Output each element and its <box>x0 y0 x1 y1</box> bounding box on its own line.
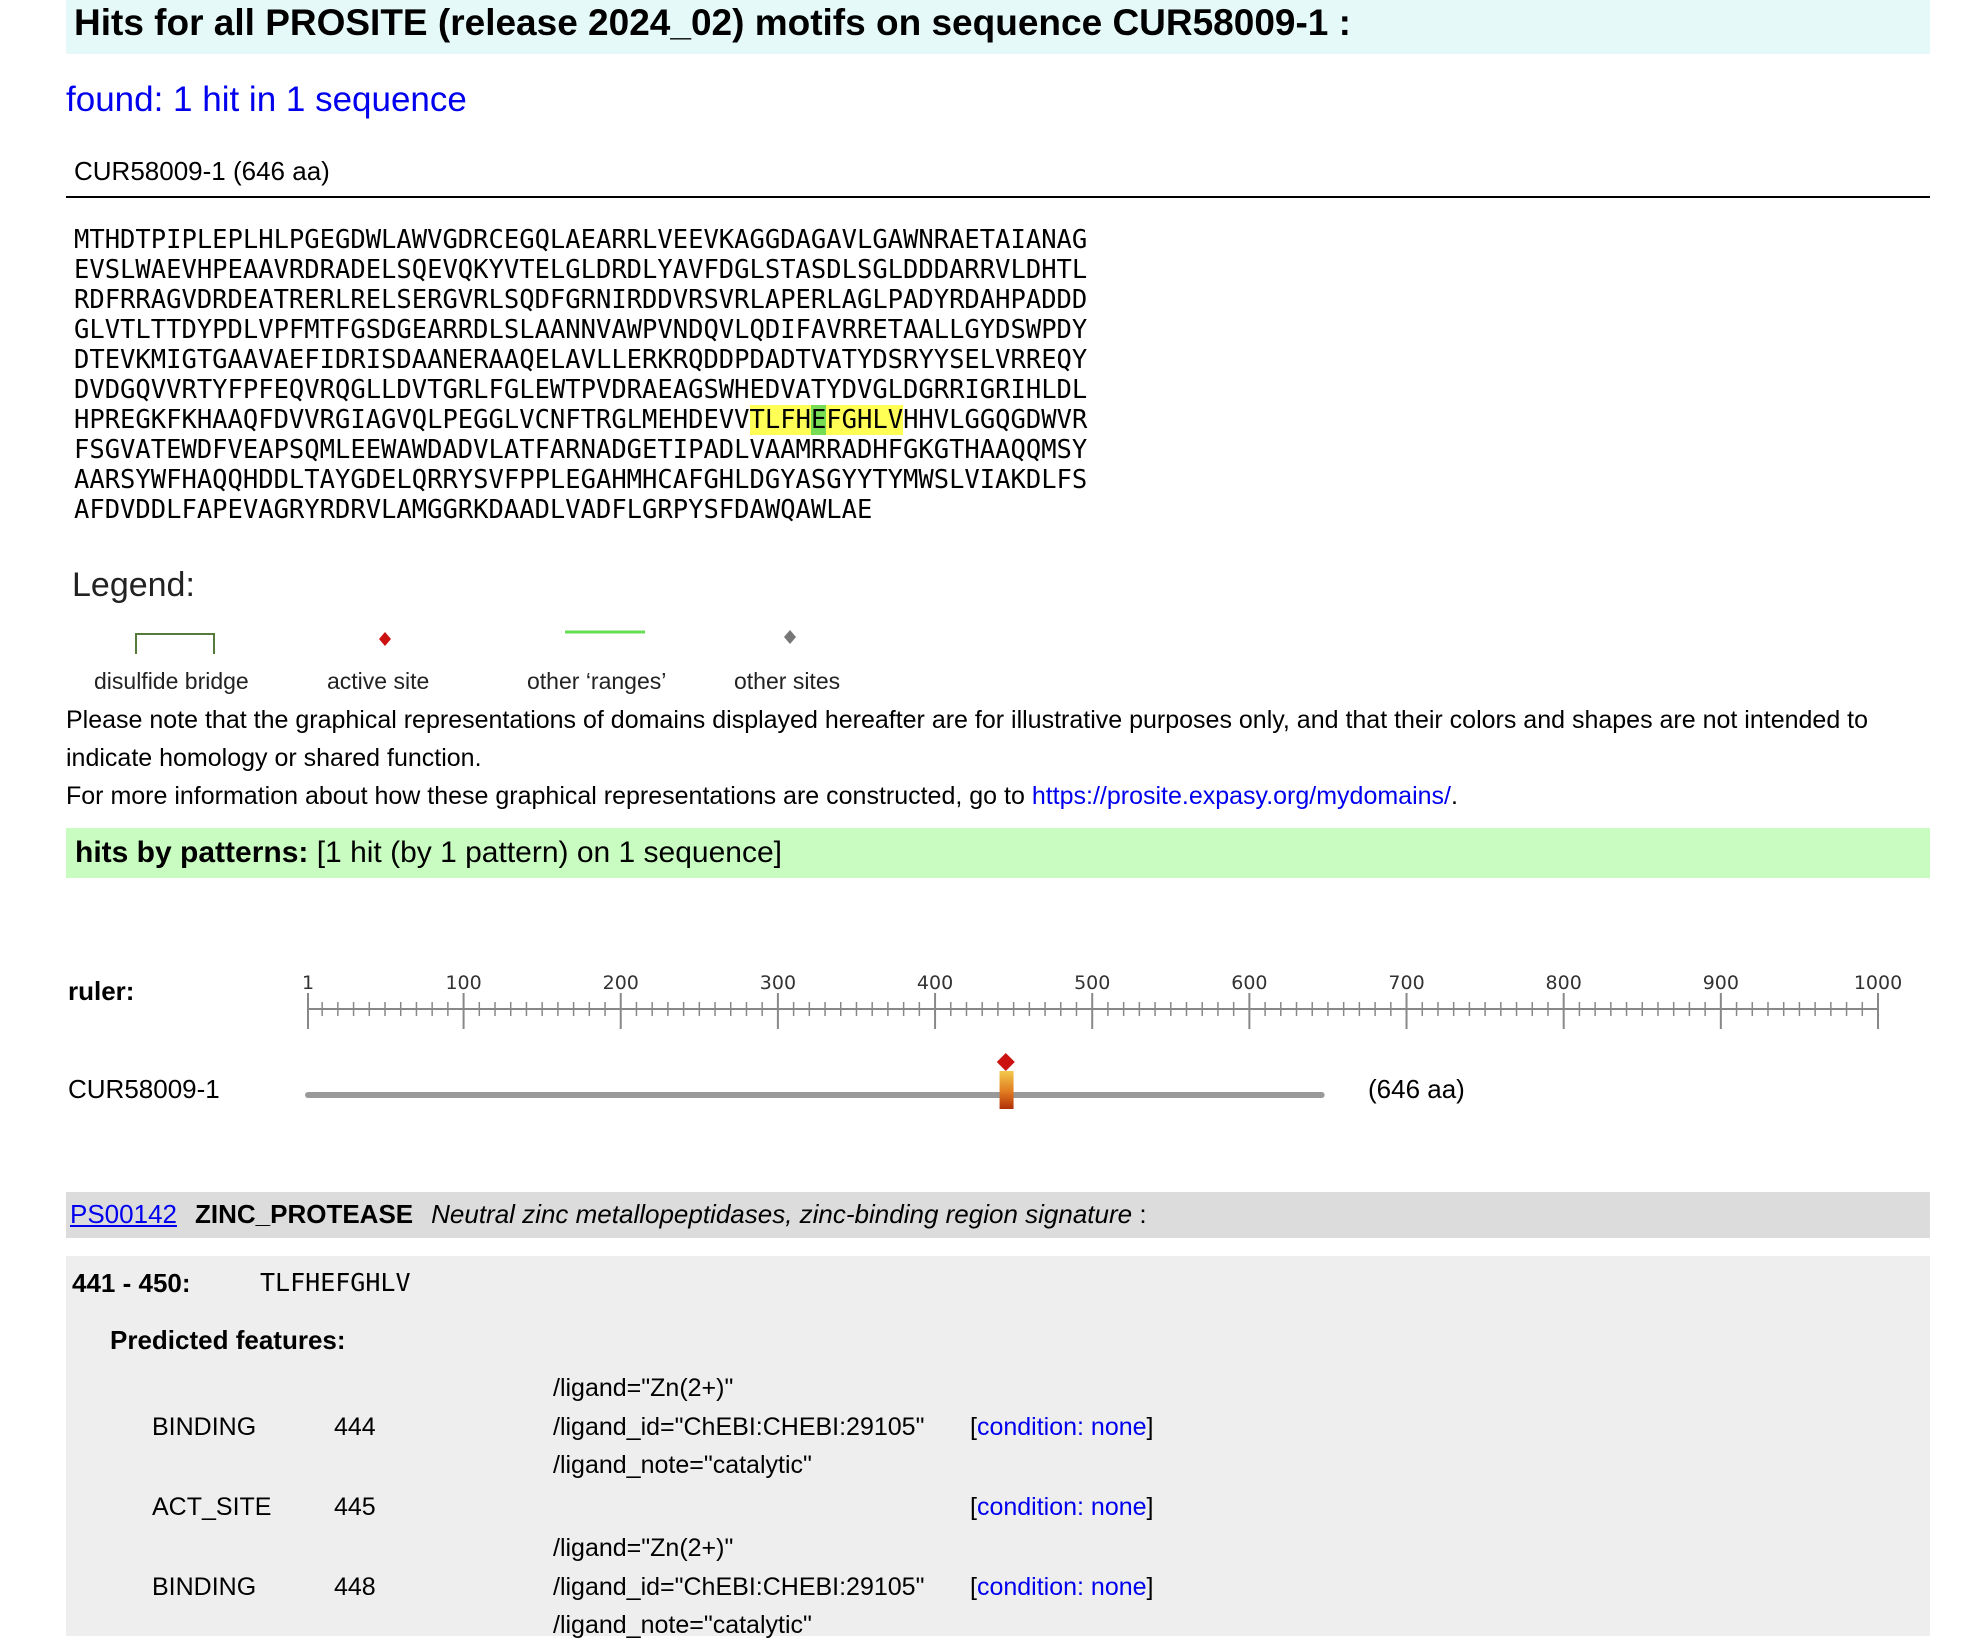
feature-condition: [condition: none] <box>970 1573 1154 1601</box>
ruler-tick-label: 800 <box>1546 972 1582 994</box>
ruler-tick-label: 1 <box>302 972 314 994</box>
feature-type: BINDING <box>152 1573 257 1601</box>
feature-note: /ligand="Zn(2+)" <box>553 1374 734 1402</box>
motif-heading: PS00142 ZINC_PROTEASE Neutral zinc metallo… <box>70 1199 1147 1230</box>
active-site-marker <box>996 1053 1015 1071</box>
legend-label-other-ranges: other ‘ranges’ <box>527 668 667 694</box>
feature-type: BINDING <box>152 1413 257 1441</box>
ruler-tick-label: 600 <box>1231 972 1267 994</box>
mydomains-link[interactable]: https://prosite.expasy.org/mydomains/ <box>1032 782 1451 810</box>
hit-marker <box>999 1071 1014 1109</box>
legend-label-disulfide: disulfide bridge <box>94 668 249 694</box>
ruler-tick-label: 500 <box>1074 972 1110 994</box>
motif-description: Neutral zinc metallopeptidases, zinc-bin… <box>431 1199 1133 1229</box>
ruler-tick-label: 200 <box>603 972 639 994</box>
sequence-divider <box>66 196 1930 198</box>
feature-note: /ligand_note="catalytic" <box>553 1451 812 1479</box>
ruler-tick-label: 100 <box>445 972 481 994</box>
info-note-suffix: . <box>1450 782 1458 810</box>
page-title: Hits for all PROSITE (release 2024_02) m… <box>74 2 1351 43</box>
ruler-graphic: 1 100 200 300 400 500 600 700 800 900 1000 <box>302 972 1902 1109</box>
legend-label-active-site: active site <box>327 668 430 694</box>
disulfide-bridge-icon <box>135 633 215 654</box>
ruler-tick-label: 700 <box>1388 972 1424 994</box>
sequence-line: AFDVDDLFAPEVAGRYRDRVLAMGGRKDAADLVADFLGRP… <box>74 495 873 525</box>
found-count: found: 1 hit in 1 sequence <box>66 80 467 119</box>
sequence-line-highlighted: HPREGKFKHAAQFDVVRGIAGVQLPEGGLVCNFTRGLMEH… <box>74 405 1087 435</box>
legend-icons <box>135 630 796 654</box>
ruler-label: ruler: <box>68 976 135 1006</box>
ruler-tick-label: 300 <box>760 972 796 994</box>
feature-position: 445 <box>334 1493 376 1521</box>
active-site-icon <box>379 632 391 646</box>
legend-label-other-sites: other sites <box>734 668 841 694</box>
illustration-note: Please note that the graphical represent… <box>66 706 1869 772</box>
feature-condition: [condition: none] <box>970 1413 1154 1441</box>
feature-note: /ligand="Zn(2+)" <box>553 1534 734 1562</box>
feature-note: /ligand_id="ChEBI:CHEBI:29105" <box>553 1413 925 1441</box>
motif-name: ZINC_PROTEASE <box>194 1199 414 1229</box>
motif-suffix: : <box>1132 1199 1147 1229</box>
feature-condition: [condition: none] <box>970 1493 1154 1521</box>
ruler-sequence-name: CUR58009-1 <box>68 1074 220 1104</box>
sequence-header: CUR58009-1 (646 aa) <box>74 156 330 186</box>
hit-range: 441 - 450: <box>72 1268 191 1298</box>
feature-position: 448 <box>334 1573 376 1601</box>
ruler-sequence-length: (646 aa) <box>1368 1074 1465 1104</box>
ruler-tick-label: 900 <box>1703 972 1739 994</box>
motif-accession-link[interactable]: PS00142 <box>70 1199 177 1229</box>
sequence-segment: HPREGKFKHAAQFDVVRGIAGVQLPEGGLVCNFTRGLMEH… <box>74 405 750 435</box>
condition-link[interactable]: condition: none <box>977 1493 1147 1521</box>
patterns-heading: hits by patterns: [1 hit (by 1 pattern) … <box>75 836 782 870</box>
sequence-line: FSGVATEWDFVEAPSQMLEEWAWDADVLATFARNADGETI… <box>74 435 1088 465</box>
other-sites-icon <box>784 630 796 644</box>
patterns-label: hits by patterns: <box>75 836 309 869</box>
sequence-block: MTHDTPIPLEPLHLPGEGDWLAWVGDRCEGQLAEARRLVE… <box>74 225 1087 525</box>
condition-link[interactable]: condition: none <box>977 1573 1147 1601</box>
feature-note: /ligand_id="ChEBI:CHEBI:29105" <box>553 1573 925 1601</box>
condition-link[interactable]: condition: none <box>977 1413 1147 1441</box>
patterns-summary: [1 hit (by 1 pattern) on 1 sequence] <box>308 836 783 869</box>
predicted-features-title: Predicted features: <box>110 1325 346 1355</box>
legend-title: Legend: <box>72 566 195 604</box>
motif-highlight: FGHLV <box>826 405 904 435</box>
sequence-line: GLVTLTTDYPDLVPFMTFGSDGEARRDLSLAANNVAWPVN… <box>74 315 1088 345</box>
sequence-line: RDFRRAGVDRDEATRERLRELSERGVRLSQDFGRNIRDDV… <box>74 285 1088 315</box>
sequence-line: DTEVKMIGTGAAVAEFIDRISDAANERAAQELAVLLERKR… <box>74 345 1088 375</box>
sequence-segment: HHVLGGQGDWVR <box>903 405 1088 435</box>
info-note-text: For more information about how these gra… <box>66 782 1032 810</box>
sequence-line: EVSLWAEVHPEAAVRDRADELSQEVQKYVTELGLDRDLYA… <box>74 255 1088 285</box>
motif-highlight: TLFH <box>749 405 811 435</box>
feature-position: 444 <box>334 1413 376 1441</box>
ruler-tick-label: 400 <box>917 972 953 994</box>
sequence-line: DVDGQVVRTYFPFEQVRQGLLDVTGRLFGLEWTPVDRAEA… <box>74 375 1088 405</box>
sequence-line: MTHDTPIPLEPLHLPGEGDWLAWVGDRCEGQLAEARRLVE… <box>74 225 1088 255</box>
active-site-highlight: E <box>810 405 827 435</box>
info-note: For more information about how these gra… <box>66 777 1936 815</box>
hit-sequence: TLFHEFGHLV <box>260 1268 411 1297</box>
ruler-tick-label: 1000 <box>1854 972 1902 994</box>
feature-type: ACT_SITE <box>152 1493 272 1521</box>
sequence-line: AARSYWFHAQQHDDLTAYGDELQRRYSVFPPLEGAHMHCA… <box>74 465 1088 495</box>
